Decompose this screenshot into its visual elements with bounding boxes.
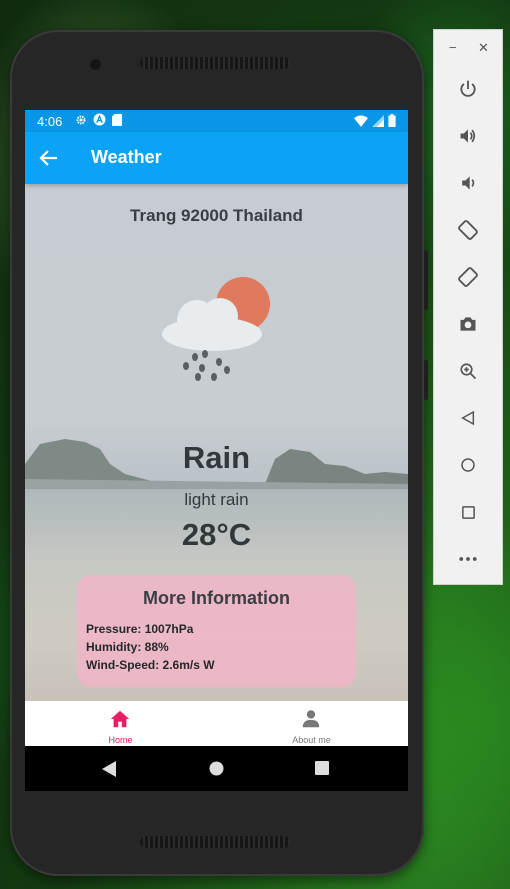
more-information-card: More Information Pressure: 1007hPa Humid… — [77, 575, 356, 687]
status-time: 4:06 — [37, 114, 63, 129]
system-back-icon[interactable] — [102, 761, 117, 777]
screenshot-button[interactable] — [455, 311, 481, 337]
overview-icon — [461, 505, 475, 519]
nav-item-home[interactable]: Home — [25, 701, 216, 746]
system-home-icon[interactable] — [209, 761, 224, 776]
weather-content: Trang 92000 Thailand Rain light rain 28°… — [25, 184, 408, 701]
volume-up-button[interactable] — [455, 123, 481, 149]
rotate-left-button[interactable] — [455, 217, 481, 243]
wifi-icon — [354, 114, 368, 127]
weather-description: light rain — [184, 490, 249, 509]
side-button-power — [424, 360, 428, 400]
wind-speed-value: Wind-Speed: 2.6m/s W — [86, 658, 215, 672]
location-label: Trang 92000 Thailand — [130, 206, 303, 225]
more-button[interactable] — [455, 546, 481, 572]
back-arrow-icon[interactable] — [37, 146, 61, 170]
android-a-icon — [93, 113, 106, 126]
minimize-icon[interactable]: − — [449, 40, 457, 55]
bottom-navigation: Home About me — [25, 701, 408, 746]
back-icon — [461, 410, 475, 426]
nav-item-about-me[interactable]: About me — [216, 701, 407, 746]
close-icon[interactable]: ✕ — [478, 40, 489, 56]
home-circle-icon — [461, 458, 475, 472]
volume-down-button[interactable] — [455, 170, 481, 196]
top-speaker — [140, 57, 290, 69]
camera-icon — [460, 317, 476, 331]
power-icon — [460, 80, 476, 97]
emulator-toolbar: − ✕ — [433, 29, 503, 585]
nav-label-about-me: About me — [292, 735, 331, 745]
zoom-button[interactable] — [455, 358, 481, 384]
bottom-speaker — [140, 836, 290, 848]
side-button-volume — [424, 250, 428, 310]
sd-card-icon — [112, 113, 122, 126]
more-information-title: More Information — [143, 588, 290, 608]
temperature: 28°C — [181, 517, 252, 552]
home-button[interactable] — [455, 452, 481, 478]
settings-icon — [76, 115, 86, 124]
zoom-icon — [460, 363, 477, 380]
app-title: Weather — [91, 147, 162, 167]
back-button[interactable] — [455, 405, 481, 431]
nav-label-home: Home — [108, 735, 133, 745]
overview-button[interactable] — [455, 499, 481, 525]
phone-screen: 4:06 Weather Trang 92000 Thailand Rain l… — [25, 110, 408, 791]
rotate-right-button[interactable] — [455, 264, 481, 290]
rotate-left-icon — [458, 220, 478, 240]
person-icon — [302, 710, 320, 728]
power-button[interactable] — [455, 76, 481, 102]
more-icon — [459, 557, 477, 561]
system-overview-icon[interactable] — [315, 761, 329, 775]
weather-condition: Rain — [182, 440, 251, 475]
pressure-value: Pressure: 1007hPa — [86, 622, 194, 636]
system-navigation-bar — [25, 746, 408, 791]
volume-down-icon — [462, 176, 475, 190]
humidity-value: Humidity: 88% — [86, 640, 169, 654]
battery-icon — [388, 114, 396, 127]
app-bar: Weather — [25, 132, 408, 184]
home-icon — [110, 710, 130, 728]
front-camera — [90, 59, 101, 70]
status-bar: 4:06 — [25, 110, 408, 132]
signal-icon — [372, 114, 384, 127]
rain-cloud-sun-icon — [162, 277, 270, 381]
volume-up-icon — [460, 129, 476, 143]
rotate-right-icon — [458, 267, 478, 287]
